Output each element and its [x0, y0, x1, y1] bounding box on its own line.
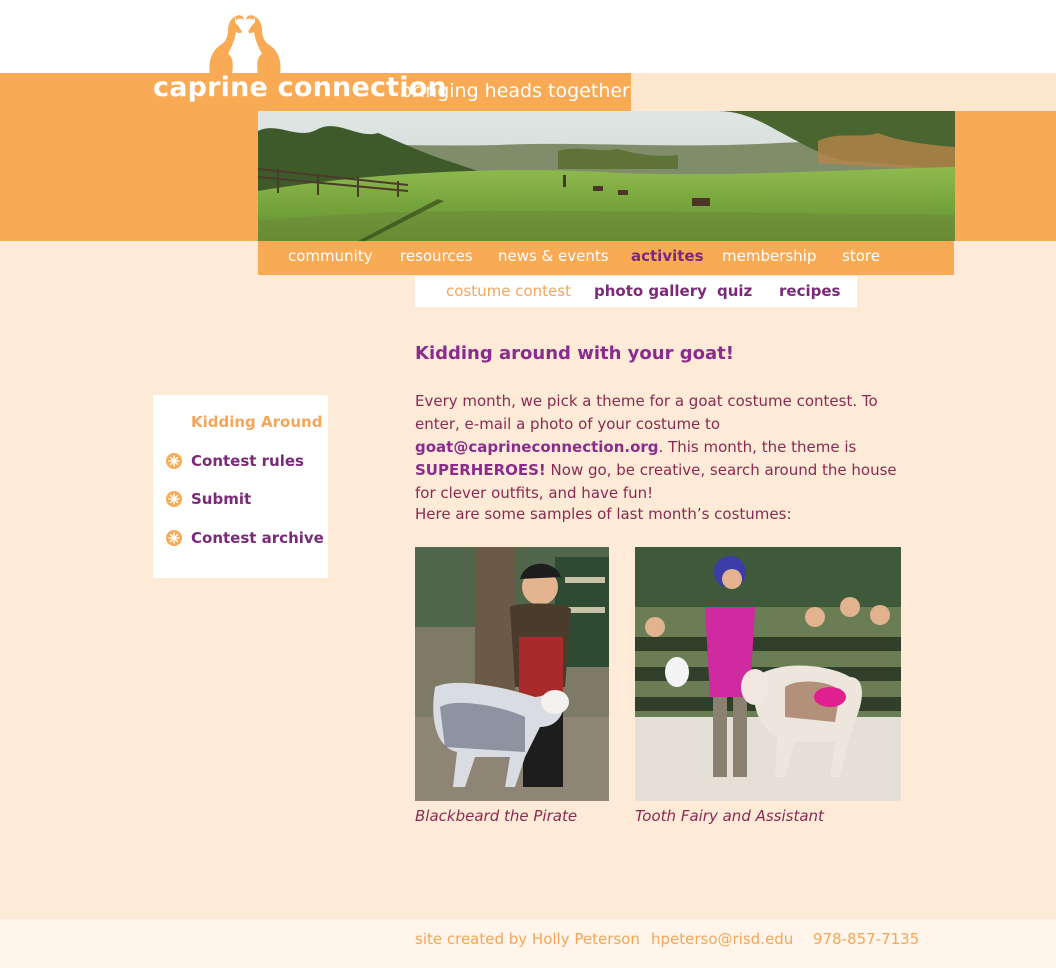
footer-phone: 978-857-7135: [813, 930, 920, 948]
costume-photo-tooth-fairy[interactable]: [635, 547, 901, 801]
goats-logo-icon[interactable]: [198, 12, 292, 74]
subnav-item-costume-contest[interactable]: costume contest: [446, 282, 571, 300]
sidebar-item-submit[interactable]: Submit: [166, 490, 251, 508]
nav-item-store[interactable]: store: [842, 247, 880, 265]
theme-highlight: SUPERHEROES!: [415, 461, 546, 479]
nav-item-resources[interactable]: resources: [400, 247, 473, 265]
subnav-item-quiz[interactable]: quiz: [717, 282, 752, 300]
main-nav: community resources news & events activi…: [258, 241, 954, 275]
sidebar-heading: Kidding Around: [191, 413, 323, 431]
nav-item-news-events[interactable]: news & events: [498, 247, 609, 265]
samples-intro: Here are some samples of last month’s co…: [415, 505, 792, 523]
photo-caption: Tooth Fairy and Assistant: [635, 807, 824, 825]
nav-item-community[interactable]: community: [288, 247, 373, 265]
sidebar: Kidding Around Contest rules Submit Cont…: [153, 395, 328, 578]
contest-email-link[interactable]: goat@caprineconnection.org: [415, 438, 659, 456]
sidebar-item-label[interactable]: Submit: [191, 490, 251, 508]
flower-bullet-icon: [166, 453, 182, 469]
page-headline: Kidding around with your goat!: [415, 343, 734, 364]
photo-caption: Blackbeard the Pirate: [415, 807, 578, 825]
subnav-item-recipes[interactable]: recipes: [779, 282, 840, 300]
costume-photo-pirate[interactable]: [415, 547, 609, 801]
flower-bullet-icon: [166, 491, 182, 507]
site-tagline: bringing heads together: [400, 80, 630, 102]
top-bar: [0, 0, 1056, 73]
hero-landscape-image: [258, 111, 955, 241]
sub-nav: costume contest photo gallery quiz recip…: [415, 276, 857, 307]
nav-item-activites[interactable]: activites: [631, 247, 704, 265]
intro-text: Every month, we pick a theme for a goat …: [415, 392, 878, 433]
sidebar-item-label[interactable]: Contest rules: [191, 452, 304, 470]
intro-paragraph: Every month, we pick a theme for a goat …: [415, 390, 905, 505]
sidebar-item-contest-rules[interactable]: Contest rules: [166, 452, 304, 470]
header-band-accent: [631, 73, 1056, 111]
footer-email-link[interactable]: hpeterso@risd.edu: [651, 930, 793, 948]
sidebar-item-label[interactable]: Contest archive: [191, 529, 324, 547]
footer-credit: site created by Holly Peterson: [415, 930, 640, 948]
flower-bullet-icon: [166, 530, 182, 546]
nav-item-membership[interactable]: membership: [722, 247, 816, 265]
intro-text: . This month, the theme is: [658, 438, 857, 456]
subnav-item-photo-gallery[interactable]: photo gallery: [594, 282, 707, 300]
sidebar-item-contest-archive[interactable]: Contest archive: [166, 529, 324, 547]
